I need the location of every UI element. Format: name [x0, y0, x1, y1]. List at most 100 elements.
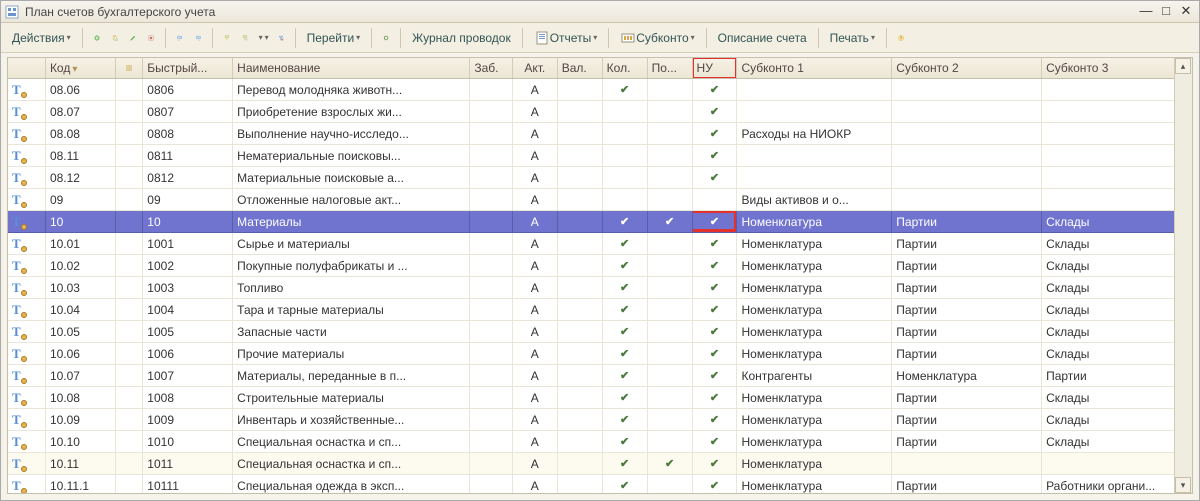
table-row[interactable]: T10.051005Запасные частиА✔✔НоменклатураП… [8, 321, 1192, 343]
col-sub1[interactable]: Субконто 1 [737, 58, 892, 79]
print-menu[interactable]: Печать▾ [825, 27, 880, 49]
cell: 08.08 [45, 123, 115, 145]
filter-clear-icon[interactable] [273, 30, 289, 46]
col-sort[interactable]: ≡ [115, 58, 142, 79]
col-kol[interactable]: Кол. [602, 58, 647, 79]
cell [647, 387, 692, 409]
table-row[interactable]: T1010МатериалыА✔✔✔НоменклатураПартииСкла… [8, 211, 1192, 233]
move-icon-1[interactable] [172, 30, 188, 46]
cell [470, 365, 512, 387]
col-zab[interactable]: Заб. [470, 58, 512, 79]
cell: Склады [1042, 233, 1192, 255]
col-icon[interactable] [8, 58, 45, 79]
cell [115, 211, 142, 233]
vertical-scrollbar[interactable]: ▴ ▾ [1174, 58, 1192, 493]
col-sub2[interactable]: Субконто 2 [892, 58, 1042, 79]
cell: ✔ [602, 387, 647, 409]
close-button[interactable]: ✕ [1177, 4, 1195, 20]
table-row[interactable]: T10.041004Тара и тарные материалыА✔✔Номе… [8, 299, 1192, 321]
actions-menu[interactable]: Действия▾ [7, 27, 76, 49]
cell [557, 145, 602, 167]
maximize-button[interactable]: □ [1157, 4, 1175, 20]
cell: Отложенные налоговые акт... [233, 189, 470, 211]
refresh-icon[interactable] [378, 30, 394, 46]
col-sub3[interactable]: Субконто 3 [1042, 58, 1192, 79]
cell [892, 123, 1042, 145]
minimize-button[interactable]: — [1137, 4, 1155, 20]
cell [557, 453, 602, 475]
cell: Партии [892, 321, 1042, 343]
row-t-icon: T [12, 457, 26, 471]
cell: Партии [892, 387, 1042, 409]
add-icon[interactable] [89, 30, 105, 46]
cell [470, 475, 512, 495]
row-t-icon: T [12, 391, 26, 405]
table-row[interactable]: T10.111011Специальная оснастка и сп...А✔… [8, 453, 1192, 475]
filter-icon-1[interactable] [219, 30, 235, 46]
row-t-icon: T [12, 149, 26, 163]
cell: T [8, 431, 45, 453]
subconto-menu[interactable]: Субконто▾ [615, 27, 699, 49]
copy-icon[interactable] [107, 30, 123, 46]
move-icon-2[interactable] [190, 30, 206, 46]
table-row[interactable]: T08.070807Приобретение взрослых жи...А✔ [8, 101, 1192, 123]
table-row[interactable]: T10.061006Прочие материалыА✔✔Номенклатур… [8, 343, 1192, 365]
cell [1042, 145, 1192, 167]
table-row[interactable]: T08.080808Выполнение научно-исследо...А✔… [8, 123, 1192, 145]
cell: 1002 [143, 255, 233, 277]
cell: А [512, 167, 557, 189]
cell [557, 277, 602, 299]
col-name[interactable]: Наименование [233, 58, 470, 79]
cell: А [512, 365, 557, 387]
table-row[interactable]: T10.101010Специальная оснастка и сп...А✔… [8, 431, 1192, 453]
cell: 1007 [143, 365, 233, 387]
table-row[interactable]: T08.110811Нематериальные поисковы...А✔ [8, 145, 1192, 167]
col-po[interactable]: По... [647, 58, 692, 79]
scroll-down-icon[interactable]: ▾ [1175, 477, 1191, 493]
filter-icon-2[interactable] [237, 30, 253, 46]
filter-icon-3[interactable]: ▾▾ [255, 30, 271, 46]
delete-icon[interactable] [143, 30, 159, 46]
edit-icon[interactable] [125, 30, 141, 46]
col-code[interactable]: Код▾ [45, 58, 115, 79]
table-row[interactable]: T10.021002Покупные полуфабрикаты и ...А✔… [8, 255, 1192, 277]
col-val[interactable]: Вал. [557, 58, 602, 79]
cell [647, 475, 692, 495]
cell: Номенклатура [737, 211, 892, 233]
cell: 10.01 [45, 233, 115, 255]
table-row[interactable]: T10.071007Материалы, переданные в п...А✔… [8, 365, 1192, 387]
col-fast[interactable]: Быстрый... [143, 58, 233, 79]
help-icon[interactable]: ? [893, 30, 909, 46]
table-row[interactable]: T08.120812Материальные поисковые а...А✔ [8, 167, 1192, 189]
table-row[interactable]: T10.031003ТопливоА✔✔НоменклатураПартииСк… [8, 277, 1192, 299]
table-row[interactable]: T0909Отложенные налоговые акт...АВиды ак… [8, 189, 1192, 211]
subconto-icon [620, 30, 636, 46]
desc-menu[interactable]: Описание счета [713, 27, 812, 49]
table-row[interactable]: T10.011001Сырье и материалыА✔✔Номенклату… [8, 233, 1192, 255]
table-row[interactable]: T10.091009Инвентарь и хозяйственные...А✔… [8, 409, 1192, 431]
cell: Склады [1042, 387, 1192, 409]
col-akt[interactable]: Акт. [512, 58, 557, 79]
cell: ✔ [602, 343, 647, 365]
cell [470, 167, 512, 189]
cell [647, 255, 692, 277]
cell: ✔ [692, 475, 737, 495]
cell: ✔ [692, 299, 737, 321]
cell [892, 145, 1042, 167]
go-menu[interactable]: Перейти▾ [302, 27, 366, 49]
table-row[interactable]: T10.11.110111Специальная одежда в эксп..… [8, 475, 1192, 495]
cell: ✔ [602, 365, 647, 387]
table-row[interactable]: T08.060806Перевод молодняка животн...А✔✔ [8, 79, 1192, 101]
scroll-up-icon[interactable]: ▴ [1175, 58, 1191, 74]
accounts-table[interactable]: Код▾ ≡ Быстрый... Наименование Заб. Акт.… [8, 58, 1192, 494]
reports-menu[interactable]: Отчеты▾ [529, 27, 603, 49]
journal-menu[interactable]: Журнал проводок [407, 27, 516, 49]
cell: T [8, 79, 45, 101]
cell: T [8, 365, 45, 387]
cell: ✔ [602, 321, 647, 343]
table-row[interactable]: T10.081008Строительные материалыА✔✔Номен… [8, 387, 1192, 409]
cell: T [8, 299, 45, 321]
col-nu[interactable]: НУ [692, 58, 737, 79]
row-t-icon: T [12, 193, 26, 207]
cell: T [8, 145, 45, 167]
